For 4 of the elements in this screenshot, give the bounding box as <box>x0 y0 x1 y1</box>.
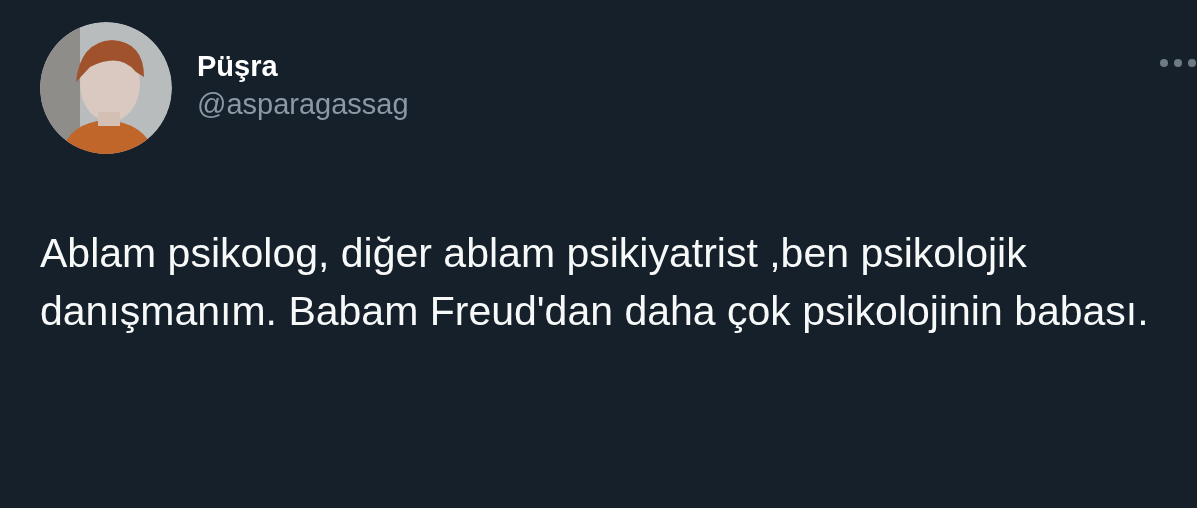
author-handle[interactable]: @asparagassag <box>197 84 409 124</box>
more-icon[interactable] <box>1159 58 1197 68</box>
tweet-text: Ablam psikolog, diğer ablam psikiyatrist ,ben psikolojik danışmanım. Babam Freud'dan daha çok psikolojinin babası. <box>40 229 1150 336</box>
author-name[interactable]: Püşra <box>197 48 409 84</box>
